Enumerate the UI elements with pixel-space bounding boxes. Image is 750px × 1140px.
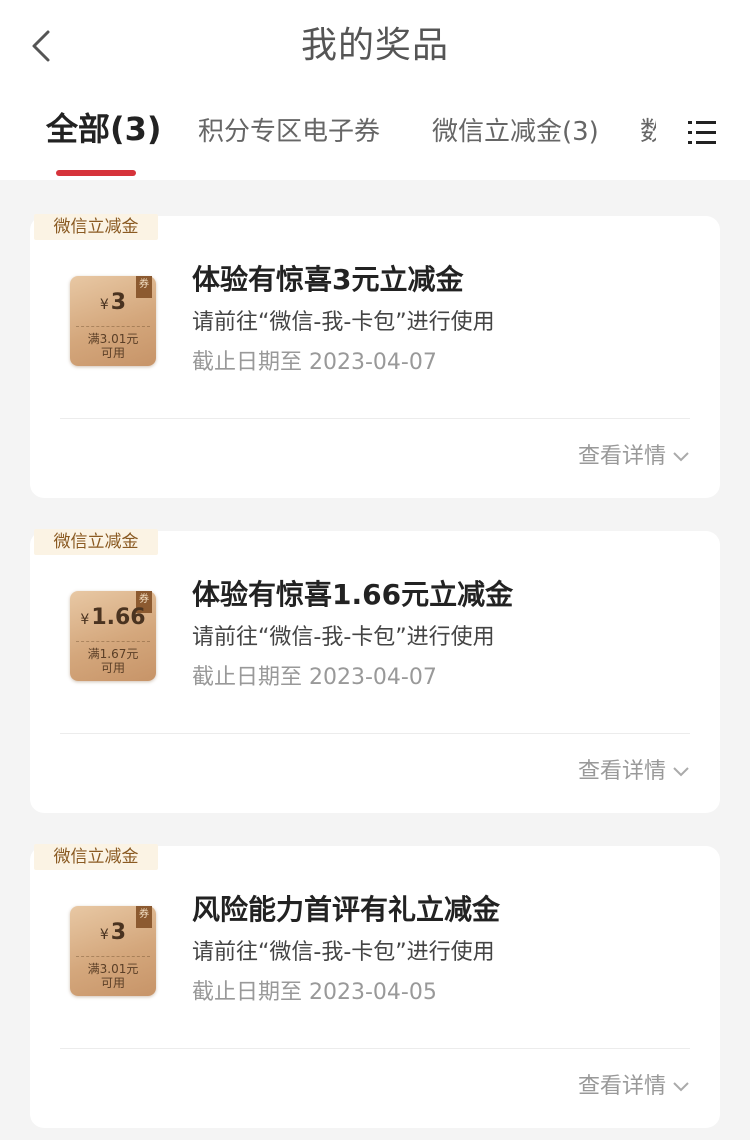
coupon-condition-line1: 满3.01元 — [87, 332, 139, 346]
card-divider — [60, 1048, 690, 1049]
view-details-label: 查看详情 — [577, 759, 666, 784]
coupon-condition: 满1.67元 可用 — [70, 647, 156, 675]
page-title: 我的奖品 — [300, 25, 449, 66]
coupon-amount: ¥3 — [70, 290, 156, 315]
prize-description: 请前往“微信-我-卡包”进行使用 — [192, 940, 495, 965]
view-details-button[interactable]: 查看详情 — [578, 440, 690, 474]
coupon-amount: ¥3 — [70, 920, 156, 945]
tab-all[interactable]: 全部(3) — [46, 107, 162, 151]
prize-card: 微信立减金 券 ¥3 满3.01元 可用 风险能力首评有礼立减金 请前往“微信-我… — [30, 844, 720, 1128]
view-details-label: 查看详情 — [577, 444, 666, 469]
card-divider — [60, 418, 690, 419]
prize-description: 请前往“微信-我-卡包”进行使用 — [192, 310, 495, 335]
currency-symbol: ¥ — [80, 612, 90, 628]
chevron-down-icon — [673, 1082, 689, 1092]
card-divider — [60, 733, 690, 734]
coupon-condition-line1: 满1.67元 — [87, 647, 139, 661]
currency-symbol: ¥ — [99, 927, 109, 943]
menu-button[interactable] — [688, 118, 716, 148]
active-tab-indicator — [56, 170, 136, 176]
prize-card: 微信立减金 券 ¥3 满3.01元 可用 体验有惊喜3元立减金 请前往“微信-我-… — [30, 214, 720, 498]
prize-deadline: 截止日期至 2023-04-07 — [192, 350, 437, 375]
view-details-button[interactable]: 查看详情 — [578, 1070, 690, 1104]
coupon-divider — [76, 326, 150, 327]
prize-type-tag: 微信立减金 — [34, 214, 158, 240]
view-details-button[interactable]: 查看详情 — [578, 755, 690, 789]
coupon-condition-line2: 可用 — [100, 346, 125, 360]
coupon-condition: 满3.01元 可用 — [70, 332, 156, 360]
top-bar: 我的奖品 全部(3) 积分专区电子券 微信立减金(3) 数 — [0, 0, 750, 180]
view-details-label: 查看详情 — [577, 1074, 666, 1099]
coupon-divider — [76, 641, 150, 642]
prize-type-tag: 微信立减金 — [34, 529, 158, 555]
chevron-down-icon — [673, 452, 689, 462]
coupon-thumbnail: 券 ¥3 满3.01元 可用 — [70, 906, 156, 996]
currency-symbol: ¥ — [99, 297, 109, 313]
coupon-condition-line1: 满3.01元 — [87, 962, 139, 976]
tab-more-truncated[interactable]: 数 — [640, 110, 656, 154]
prize-deadline: 截止日期至 2023-04-07 — [192, 665, 437, 690]
coupon-condition-line2: 可用 — [100, 976, 125, 990]
prize-title: 风险能力首评有礼立减金 — [192, 893, 501, 926]
prize-type-tag: 微信立减金 — [34, 844, 158, 870]
prize-title: 体验有惊喜3元立减金 — [192, 263, 464, 296]
coupon-condition-line2: 可用 — [100, 661, 125, 675]
prize-title: 体验有惊喜1.66元立减金 — [192, 578, 514, 611]
prize-deadline: 截止日期至 2023-04-05 — [192, 980, 437, 1005]
coupon-value: 3 — [110, 920, 127, 945]
coupon-thumbnail: 券 ¥1.66 满1.67元 可用 — [70, 591, 156, 681]
coupon-value: 1.66 — [91, 605, 146, 630]
tab-bar: 全部(3) 积分专区电子券 微信立减金(3) 数 — [0, 100, 750, 180]
coupon-thumbnail: 券 ¥3 满3.01元 可用 — [70, 276, 156, 366]
tab-wechat-discount[interactable]: 微信立减金(3) — [432, 110, 599, 154]
coupon-condition: 满3.01元 可用 — [70, 962, 156, 990]
tab-points-coupons[interactable]: 积分专区电子券 — [198, 110, 380, 154]
coupon-value: 3 — [110, 290, 127, 315]
chevron-down-icon — [673, 767, 689, 777]
list-menu-icon — [688, 121, 716, 144]
prize-card: 微信立减金 券 ¥1.66 满1.67元 可用 体验有惊喜1.66元立减金 请前往… — [30, 529, 720, 813]
prize-description: 请前往“微信-我-卡包”进行使用 — [192, 625, 495, 650]
coupon-divider — [76, 956, 150, 957]
coupon-amount: ¥1.66 — [70, 605, 156, 630]
